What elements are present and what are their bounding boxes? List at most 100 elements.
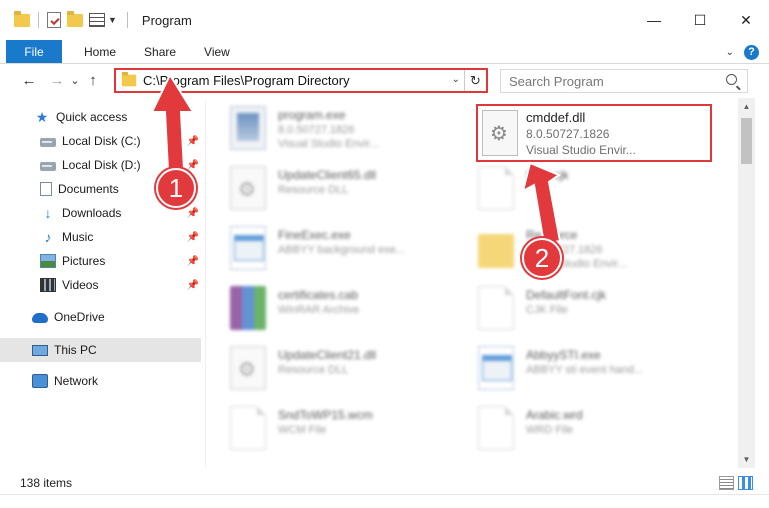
window-controls: — ☐ ✕	[631, 0, 769, 40]
file-item-program-exe[interactable]: program.exe 8.0.50727.1826 Visual Studio…	[230, 100, 470, 160]
star-icon: ★	[35, 109, 49, 125]
gear-file-icon	[482, 110, 518, 156]
recent-locations-chevron-icon[interactable]: ⌄	[68, 74, 82, 87]
pin-icon[interactable]: 📌	[187, 256, 199, 267]
up-button[interactable]: ↑	[82, 72, 104, 89]
sidebar-item-label: This PC	[54, 343, 97, 357]
folder-icon	[478, 234, 514, 268]
step-2-badge: 2	[522, 238, 562, 278]
forward-button[interactable]: →	[46, 72, 68, 89]
file-item-abbyysti-exe[interactable]: AbbyySTI.exe ABBYY sti event hand...	[478, 340, 718, 400]
quick-access-toolbar: ▼	[14, 10, 117, 28]
navigation-pane: ★ Quick access Local Disk (C:) 📌 Local D…	[0, 100, 205, 468]
sidebar-item-local-disk-c[interactable]: Local Disk (C:) 📌	[40, 129, 205, 153]
sidebar-item-network[interactable]: Network	[32, 369, 205, 393]
search-input[interactable]: Search Program	[509, 74, 604, 89]
tab-file[interactable]: File	[6, 40, 62, 63]
program-icon	[230, 106, 266, 150]
address-path[interactable]: C:\Program Files\Program Directory	[143, 73, 350, 88]
sidebar-item-label: Music	[62, 230, 94, 244]
file-version: 8.0.50727.1826	[526, 127, 610, 141]
back-button[interactable]: ←	[18, 72, 40, 89]
refresh-button[interactable]: ↻	[464, 70, 486, 91]
file-item-certificates-cab[interactable]: certificates.cab WinRAR Archive	[230, 280, 470, 340]
large-icons-view-icon[interactable]	[738, 476, 753, 490]
file-name: FineExec.exe	[278, 228, 351, 242]
cloud-icon	[32, 313, 48, 323]
maximize-button[interactable]: ☐	[677, 0, 723, 40]
sidebar-item-label: Downloads	[62, 206, 122, 220]
address-dropdown-chevron-icon[interactable]: ⌄	[452, 74, 460, 85]
window-title: Program	[141, 12, 192, 28]
minimize-button[interactable]: —	[631, 0, 677, 40]
file-description: Visual Studio Envir...	[278, 138, 379, 150]
search-box[interactable]: Search Program	[500, 69, 748, 93]
file-item-html-cjk[interactable]: Html.cjk	[478, 160, 718, 220]
sidebar-item-label: Quick access	[56, 110, 128, 124]
sidebar-item-pictures[interactable]: Pictures 📌	[40, 249, 205, 273]
expand-ribbon-chevron-icon[interactable]: ⌄	[726, 47, 734, 58]
pin-icon[interactable]: 📌	[187, 280, 199, 291]
toolbar-divider	[38, 12, 39, 28]
status-bar: 138 items	[0, 472, 769, 494]
pictures-icon	[40, 254, 56, 268]
pin-icon[interactable]: 📌	[187, 232, 199, 243]
file-item-updateclient21-dll[interactable]: UpdateClient21.dll Resource DLL	[230, 340, 470, 400]
title-divider	[126, 12, 128, 28]
scroll-down-arrow-icon[interactable]: ▼	[738, 451, 755, 468]
scrollbar-thumb[interactable]	[741, 118, 752, 164]
sidebar-item-videos[interactable]: Videos 📌	[40, 273, 205, 297]
sidebar-item-music[interactable]: ♪ Music 📌	[40, 225, 205, 249]
pin-icon[interactable]: 📌	[187, 160, 199, 171]
file-item-defaultfont-cjk[interactable]: DefaultFont.cjk CJK File	[478, 280, 718, 340]
navigation-bar: ← → ⌄ ↑ C:\Program Files\Program Directo…	[0, 65, 769, 96]
drive-icon	[40, 162, 56, 171]
pin-icon[interactable]: 📌	[187, 136, 199, 147]
file-name: Html.cjk	[526, 168, 569, 182]
scroll-up-arrow-icon[interactable]: ▲	[738, 98, 755, 115]
tab-share[interactable]: Share	[130, 40, 190, 63]
network-icon	[32, 374, 48, 388]
sidebar-item-label: Pictures	[62, 254, 106, 268]
view-switcher	[719, 476, 753, 490]
file-item-updateclient65-dll[interactable]: UpdateClient65.dll Resource DLL	[230, 160, 470, 220]
file-item-sndtowp15-wcm[interactable]: SndToWP15.wcm WCM File	[230, 400, 470, 460]
file-item-arabic-wrd[interactable]: Arabic.wrd WRD File	[478, 400, 718, 460]
rar-archive-icon	[230, 286, 266, 330]
sidebar-item-label: Videos	[62, 278, 99, 292]
sidebar-item-this-pc[interactable]: This PC	[0, 338, 201, 362]
sidebar-item-onedrive[interactable]: OneDrive	[32, 305, 205, 329]
search-icon[interactable]	[726, 74, 737, 85]
item-count: 138 items	[20, 476, 73, 490]
address-bar[interactable]: C:\Program Files\Program Directory ⌄ ↻	[114, 68, 488, 93]
properties-check-icon[interactable]	[47, 12, 61, 28]
ribbon-right-controls: ⌄ ?	[726, 40, 769, 64]
sidebar-item-label: OneDrive	[54, 310, 105, 324]
file-type: CJK File	[526, 304, 568, 316]
file-list: program.exe 8.0.50727.1826 Visual Studio…	[206, 96, 738, 468]
file-item-cmddef-dll[interactable]: cmddef.dll 8.0.50727.1826 Visual Studio …	[476, 104, 712, 162]
file-name: certificates.cab	[278, 288, 359, 302]
gear-file-icon	[230, 166, 266, 210]
close-button[interactable]: ✕	[723, 0, 769, 40]
file-name: SndToWP15.wcm	[278, 408, 373, 422]
details-view-icon[interactable]	[719, 476, 734, 490]
blank-file-icon	[478, 286, 514, 330]
file-item-resource-folder[interactable]: Resource 8.0.50727.1826 Visual Studio En…	[478, 220, 718, 280]
customize-toolbar-chevron-icon[interactable]: ▼	[108, 15, 117, 25]
sidebar-item-label: Local Disk (D:)	[62, 158, 141, 172]
step-1-badge: 1	[156, 168, 196, 208]
tab-home[interactable]: Home	[70, 40, 130, 63]
tab-view[interactable]: View	[190, 40, 244, 63]
vertical-scrollbar[interactable]: ▲ ▼	[738, 98, 755, 468]
view-options-icon[interactable]	[89, 13, 105, 27]
drive-icon	[40, 138, 56, 147]
file-name: UpdateClient65.dll	[278, 168, 377, 182]
new-folder-icon[interactable]	[67, 10, 83, 27]
help-icon[interactable]: ?	[744, 44, 759, 60]
sidebar-item-quick-access[interactable]: ★ Quick access	[34, 105, 205, 129]
folder-icon[interactable]	[14, 10, 30, 27]
app-window-icon	[478, 346, 514, 390]
file-item-fineexec-exe[interactable]: FineExec.exe ABBYY background exe...	[230, 220, 470, 280]
pin-icon[interactable]: 📌	[187, 208, 199, 219]
